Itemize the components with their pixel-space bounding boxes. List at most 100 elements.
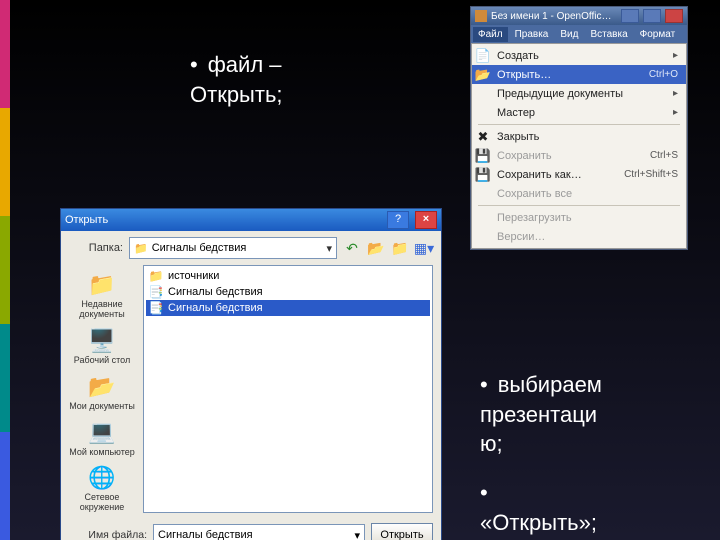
place-label: Рабочий стол bbox=[74, 356, 131, 366]
file-name: Сигналы бедствия bbox=[168, 286, 263, 298]
file-icon: 📑 bbox=[148, 285, 164, 299]
file-list[interactable]: 📁 источники 📑 Сигналы бедствия 📑 Сигналы бедс… bbox=[143, 265, 433, 513]
menu-label: Перезагрузить bbox=[497, 212, 672, 224]
bullet-click-open: «Открыть»; bbox=[480, 478, 597, 537]
menu-view[interactable]: Вид bbox=[555, 27, 583, 42]
menu-label: Закрыть bbox=[497, 131, 672, 143]
maximize-button[interactable] bbox=[643, 9, 661, 23]
accent-stripe bbox=[0, 0, 10, 540]
file-icon: 📑 bbox=[148, 301, 164, 315]
places-sidebar: 📁Недавниедокументы🖥️Рабочий стол📂Мои док… bbox=[61, 265, 143, 519]
new-folder-icon[interactable]: 📁 bbox=[391, 239, 409, 257]
dialog-titlebar[interactable]: Открыть ? × bbox=[61, 209, 441, 231]
folder-value: Сигналы бедствия bbox=[152, 242, 247, 254]
bullet-file-open: файл – Открыть; bbox=[190, 50, 283, 109]
app-window: Без имени 1 - OpenOffice.org Impress Фай… bbox=[470, 6, 688, 250]
menu-item[interactable]: 📄 Создать ▸ bbox=[472, 46, 686, 65]
menu-label: Мастер bbox=[497, 107, 667, 119]
folder-icon: 📁 bbox=[134, 242, 148, 255]
menu-icon bbox=[475, 229, 491, 245]
menu-item[interactable]: Мастер ▸ bbox=[472, 103, 686, 122]
up-folder-icon[interactable]: 📂 bbox=[367, 239, 385, 257]
bullet-select-presentation: выбираем презентаци ю; bbox=[480, 370, 602, 459]
back-icon[interactable]: ↶ bbox=[343, 239, 361, 257]
menu-item[interactable]: Предыдущие документы ▸ bbox=[472, 84, 686, 103]
place-icon: 📁 bbox=[86, 271, 118, 299]
app-icon bbox=[475, 10, 487, 22]
sidebar-item[interactable]: 🌐Сетевоеокружение bbox=[64, 462, 140, 515]
menu-icon: 📂 bbox=[475, 67, 491, 83]
menu-label: Предыдущие документы bbox=[497, 88, 667, 100]
place-label: Недавниедокументы bbox=[79, 300, 124, 320]
menu-item[interactable]: 💾 Сохранить Ctrl+S bbox=[472, 146, 686, 165]
app-title: Без имени 1 - OpenOffice.org Impress bbox=[491, 11, 617, 22]
place-icon: 💻 bbox=[86, 419, 118, 447]
sidebar-item[interactable]: 📂Мои документы bbox=[64, 371, 140, 414]
dialog-toolbar: Папка: 📁 Сигналы бедствия ▾ ↶ 📂 📁 ▦▾ bbox=[61, 231, 441, 265]
place-label: Сетевоеокружение bbox=[80, 493, 124, 513]
menu-format[interactable]: Формат bbox=[635, 27, 681, 42]
file-icon: 📁 bbox=[148, 269, 164, 283]
dialog-close-button[interactable]: × bbox=[415, 211, 437, 229]
sidebar-item[interactable]: 📁Недавниедокументы bbox=[64, 269, 140, 322]
slide: файл – Открыть; выбираем презентаци ю; «… bbox=[0, 0, 720, 540]
folder-combo[interactable]: 📁 Сигналы бедствия ▾ bbox=[129, 237, 337, 259]
chevron-down-icon: ▾ bbox=[326, 242, 332, 255]
place-label: Мой компьютер bbox=[69, 448, 135, 458]
sidebar-item[interactable]: 🖥️Рабочий стол bbox=[64, 325, 140, 368]
menu-shortcut: ▸ bbox=[673, 50, 678, 61]
menu-item[interactable]: Версии… bbox=[472, 227, 686, 246]
chevron-down-icon: ▾ bbox=[354, 529, 360, 540]
menu-edit[interactable]: Правка bbox=[510, 27, 554, 42]
view-mode-icon[interactable]: ▦▾ bbox=[415, 239, 433, 257]
list-item[interactable]: 📑 Сигналы бедствия bbox=[146, 284, 430, 300]
menu-item[interactable]: Сохранить все bbox=[472, 184, 686, 203]
dialog-title: Открыть bbox=[65, 214, 108, 226]
menu-shortcut: ▸ bbox=[673, 88, 678, 99]
file-name: источники bbox=[168, 270, 219, 282]
place-label: Мои документы bbox=[69, 402, 135, 412]
list-item[interactable]: 📑 Сигналы бедствия bbox=[146, 300, 430, 316]
place-icon: 📂 bbox=[86, 373, 118, 401]
menu-shortcut: Ctrl+Shift+S bbox=[624, 169, 678, 180]
menu-item[interactable]: 💾 Сохранить как… Ctrl+Shift+S bbox=[472, 165, 686, 184]
menu-insert[interactable]: Вставка bbox=[585, 27, 632, 42]
menu-shortcut: Ctrl+O bbox=[649, 69, 678, 80]
help-button[interactable]: ? bbox=[387, 211, 409, 229]
filename-label: Имя файла: bbox=[69, 529, 147, 540]
place-icon: 🖥️ bbox=[86, 327, 118, 355]
menu-label: Сохранить как… bbox=[497, 169, 618, 181]
menu-shortcut: ▸ bbox=[673, 107, 678, 118]
file-menu: 📄 Создать ▸ 📂 Открыть… Ctrl+O Предыдущие докум… bbox=[471, 43, 687, 249]
titlebar[interactable]: Без имени 1 - OpenOffice.org Impress bbox=[471, 7, 687, 25]
open-dialog: Открыть ? × Папка: 📁 Сигналы бедствия ▾ … bbox=[60, 208, 442, 540]
menu-item[interactable]: Перезагрузить bbox=[472, 208, 686, 227]
menu-icon bbox=[475, 210, 491, 226]
menu-icon bbox=[475, 86, 491, 102]
menu-icon: 📄 bbox=[475, 48, 491, 64]
menu-label: Сохранить все bbox=[497, 188, 672, 200]
menu-shortcut: Ctrl+S bbox=[650, 150, 678, 161]
menu-label: Версии… bbox=[497, 231, 672, 243]
open-button[interactable]: Открыть bbox=[371, 523, 433, 540]
menubar[interactable]: Файл Правка Вид Вставка Формат bbox=[471, 25, 687, 43]
menu-item[interactable]: ✖ Закрыть bbox=[472, 127, 686, 146]
menu-icon bbox=[475, 105, 491, 121]
menu-icon: 💾 bbox=[475, 148, 491, 164]
place-icon: 🌐 bbox=[86, 464, 118, 492]
menu-icon bbox=[475, 186, 491, 202]
menu-file[interactable]: Файл bbox=[473, 27, 508, 42]
file-name: Сигналы бедствия bbox=[168, 302, 263, 314]
menu-label: Открыть… bbox=[497, 69, 643, 81]
menu-label: Сохранить bbox=[497, 150, 644, 162]
list-item[interactable]: 📁 источники bbox=[146, 268, 430, 284]
menu-item[interactable]: 📂 Открыть… Ctrl+O bbox=[472, 65, 686, 84]
menu-icon: 💾 bbox=[475, 167, 491, 183]
menu-icon: ✖ bbox=[475, 129, 491, 145]
menu-label: Создать bbox=[497, 50, 667, 62]
sidebar-item[interactable]: 💻Мой компьютер bbox=[64, 417, 140, 460]
dialog-bottom: Имя файла: Сигналы бедствия▾ Открыть Тип… bbox=[61, 519, 441, 540]
close-button[interactable] bbox=[665, 9, 683, 23]
minimize-button[interactable] bbox=[621, 9, 639, 23]
filename-field[interactable]: Сигналы бедствия▾ bbox=[153, 524, 365, 540]
